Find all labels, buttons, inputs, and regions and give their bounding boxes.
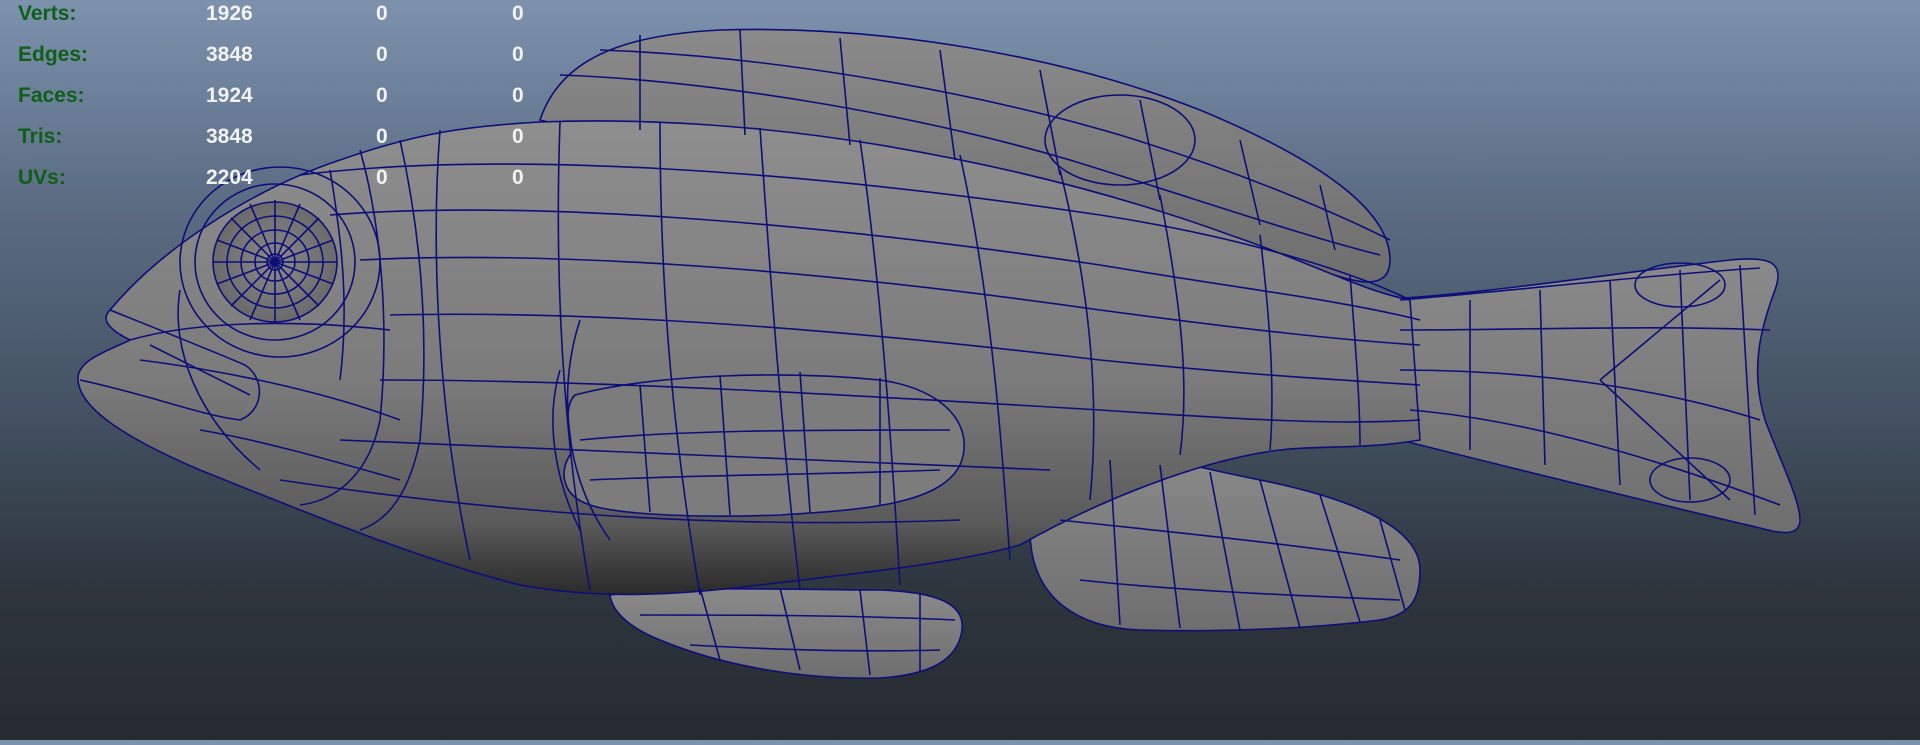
hud-selected-value: 0 — [376, 84, 388, 107]
hud-row-tris: Tris: 3848 0 0 — [18, 117, 578, 158]
hud-row-verts: Verts: 1926 0 0 — [18, 0, 578, 35]
hud-label: Edges: — [18, 43, 89, 66]
hud-selected-value: 0 — [376, 166, 388, 189]
hud-row-edges: Edges: 3848 0 0 — [18, 35, 578, 76]
hud-label: Faces: — [18, 84, 85, 107]
hud-component-value: 0 — [512, 166, 524, 189]
hud-total-value: 1926 — [206, 2, 253, 25]
poly-count-hud: Verts: 1926 0 0 Edges: 3848 0 0 Faces: 1924 0 0 Tris… — [18, 0, 578, 199]
hud-selected-value: 0 — [376, 2, 388, 25]
hud-component-value: 0 — [512, 2, 524, 25]
hud-component-value: 0 — [512, 125, 524, 148]
hud-total-value: 1924 — [206, 84, 253, 107]
pelvic-fin — [609, 587, 963, 679]
hud-total-value: 2204 — [206, 166, 253, 189]
hud-selected-value: 0 — [376, 125, 388, 148]
hud-row-faces: Faces: 1924 0 0 — [18, 76, 578, 117]
hud-selected-value: 0 — [376, 43, 388, 66]
hud-total-value: 3848 — [206, 43, 253, 66]
hud-label: Tris: — [18, 125, 63, 148]
hud-label: Verts: — [18, 2, 77, 25]
hud-label: UVs: — [18, 166, 66, 189]
hud-total-value: 3848 — [206, 125, 253, 148]
hud-row-uvs: UVs: 2204 0 0 — [18, 158, 578, 199]
tail-fin — [1369, 258, 1801, 534]
hud-component-value: 0 — [512, 43, 524, 66]
pectoral-fin — [563, 374, 965, 517]
hud-component-value: 0 — [512, 84, 524, 107]
